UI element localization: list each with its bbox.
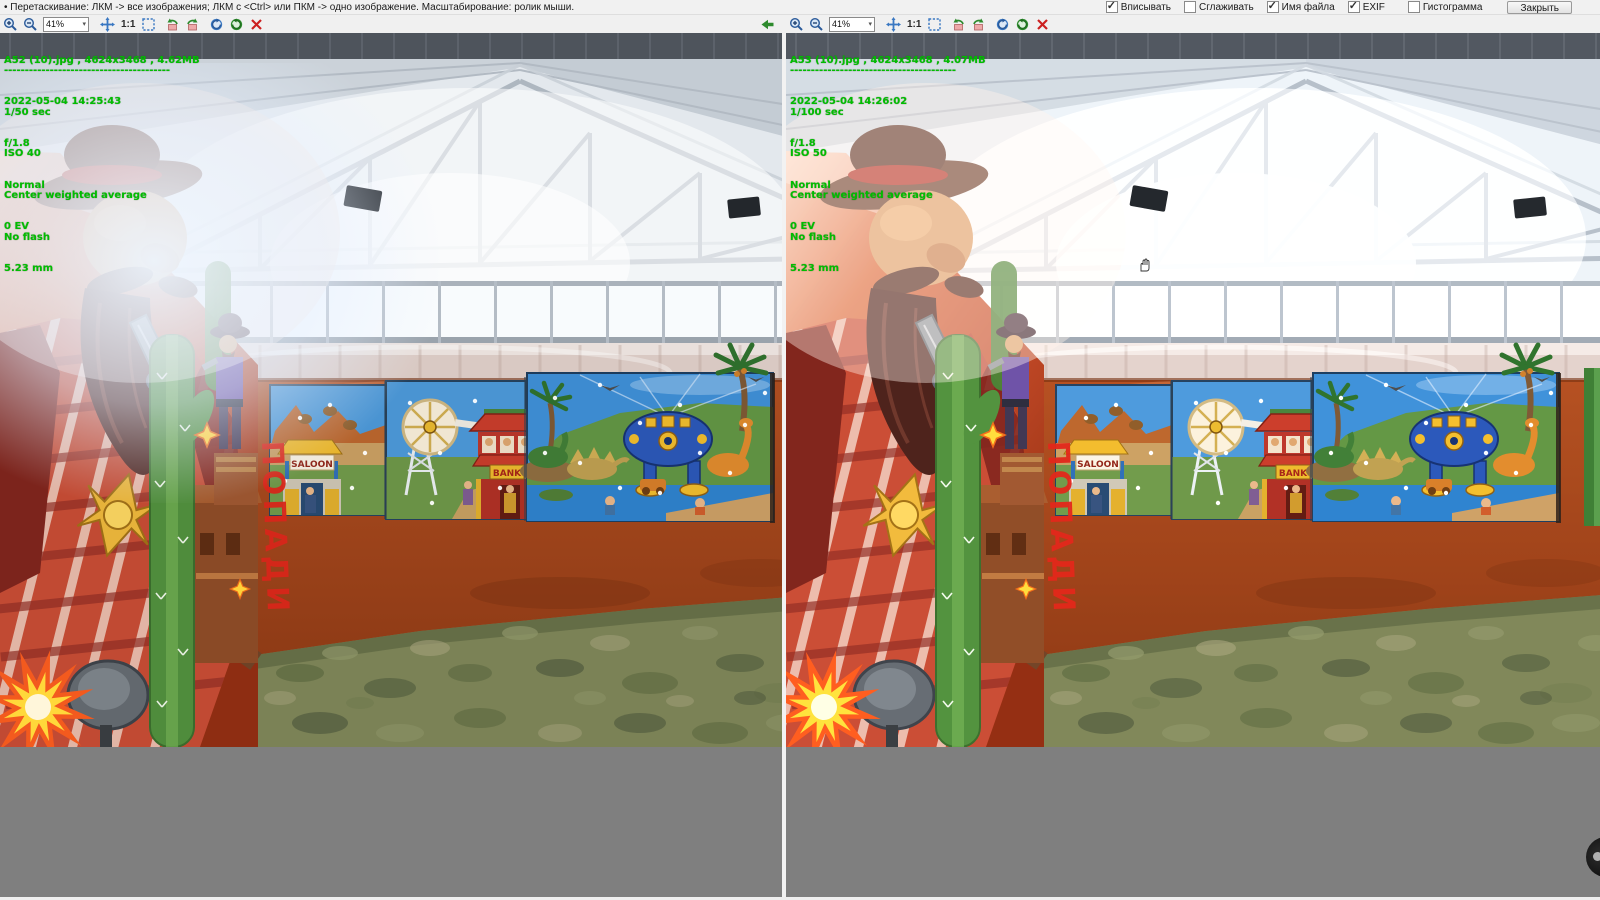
photo-right[interactable]: A53 (10).jpg , 4624x3468 , 4.07MB -------… [786, 33, 1600, 747]
zoom-level-select[interactable]: 41% ▾ [43, 16, 89, 32]
move-to-left-pane-icon[interactable] [760, 17, 775, 32]
rotate-right-icon[interactable] [185, 17, 200, 32]
toolbar-right-pane: 41% ▾ 1:1 [789, 15, 1089, 33]
checkbox-histogram[interactable]: Гистограмма [1407, 1, 1482, 13]
undo-icon[interactable] [209, 17, 224, 32]
hand-cursor-icon [1136, 257, 1152, 273]
floating-button-glyph [1593, 852, 1600, 861]
toolbar-left-pane: 41% ▾ 1:1 [3, 15, 781, 33]
toolbar-row: 41% ▾ 1:1 41% ▾ 1:1 [0, 15, 1600, 33]
hint-bar: • Перетаскивание: ЛКМ -> все изображения… [0, 0, 1600, 15]
checkbox-smooth[interactable]: Сглаживать [1184, 1, 1254, 13]
image-pane-right: A53 (10).jpg , 4624x3468 , 4.07MB -------… [786, 33, 1600, 897]
undo-icon[interactable] [995, 17, 1010, 32]
view-options: Вписывать Сглаживать Имя файла EXIF Гист… [1105, 0, 1600, 14]
close-button[interactable]: Закрыть [1507, 0, 1572, 14]
remove-image-icon[interactable] [1035, 17, 1050, 32]
fit-to-window-icon[interactable] [100, 17, 115, 32]
checkbox-filename[interactable]: Имя файла [1266, 0, 1335, 13]
rotate-right-icon[interactable] [971, 17, 986, 32]
selection-frame-icon[interactable] [927, 17, 942, 32]
checkbox-histogram-box[interactable] [1407, 1, 1420, 13]
pane-background [0, 747, 782, 897]
chevron-down-icon: ▾ [82, 21, 86, 28]
exif-overlay-left: A52 (10).jpg , 4624x3468 , 4.62MB -------… [4, 54, 200, 274]
image-pane-left: A52 (10).jpg , 4624x3468 , 4.62MB -------… [0, 33, 782, 897]
remove-image-icon[interactable] [249, 17, 264, 32]
zoom-level-select[interactable]: 41% ▾ [829, 16, 875, 32]
redo-icon[interactable] [1015, 17, 1030, 32]
exif-overlay-right: A53 (10).jpg , 4624x3468 , 4.07MB -------… [790, 54, 986, 274]
checkbox-fit[interactable]: Вписывать [1105, 0, 1171, 13]
checkbox-fit-box[interactable] [1105, 0, 1118, 13]
pane-background [786, 747, 1600, 897]
checkbox-exif-box[interactable] [1347, 0, 1360, 13]
fit-to-window-icon[interactable] [886, 17, 901, 32]
actual-size-button[interactable]: 1:1 [120, 19, 136, 30]
compare-images-window: • Перетаскивание: ЛКМ -> все изображения… [0, 0, 1600, 900]
zoom-in-icon[interactable] [3, 17, 18, 32]
zoom-out-icon[interactable] [23, 17, 38, 32]
redo-icon[interactable] [229, 17, 244, 32]
hint-text: • Перетаскивание: ЛКМ -> все изображения… [4, 1, 575, 13]
checkbox-exif[interactable]: EXIF [1347, 0, 1385, 13]
rotate-left-icon[interactable] [165, 17, 180, 32]
zoom-out-icon[interactable] [809, 17, 824, 32]
actual-size-button[interactable]: 1:1 [906, 19, 922, 30]
chevron-down-icon: ▾ [868, 21, 872, 28]
zoom-in-icon[interactable] [789, 17, 804, 32]
photo-left[interactable]: A52 (10).jpg , 4624x3468 , 4.62MB -------… [0, 33, 782, 747]
checkbox-smooth-box[interactable] [1184, 1, 1196, 13]
selection-frame-icon[interactable] [141, 17, 156, 32]
rotate-left-icon[interactable] [951, 17, 966, 32]
checkbox-filename-box[interactable] [1266, 0, 1279, 13]
